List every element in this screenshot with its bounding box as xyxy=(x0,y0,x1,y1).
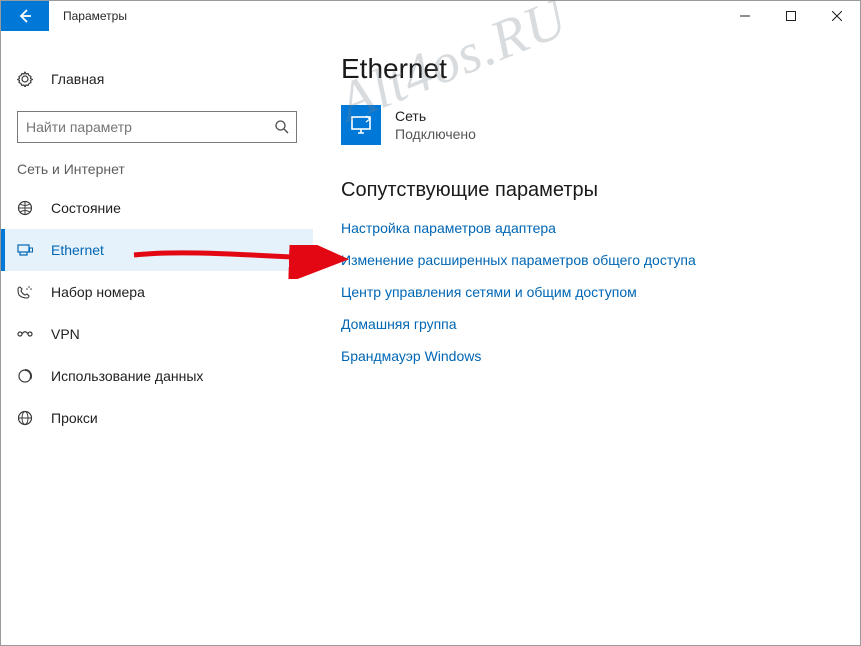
minimize-button[interactable] xyxy=(722,1,768,31)
close-button[interactable] xyxy=(814,1,860,31)
maximize-button[interactable] xyxy=(768,1,814,31)
network-entry[interactable]: Сеть Подключено xyxy=(341,105,840,145)
sidebar-item-proxy[interactable]: Прокси xyxy=(1,397,313,439)
link-homegroup[interactable]: Домашняя группа xyxy=(341,316,840,332)
link-advanced-sharing[interactable]: Изменение расширенных параметров общего … xyxy=(341,252,840,268)
globe-icon xyxy=(17,200,51,216)
sidebar-item-label: VPN xyxy=(51,326,80,342)
gear-icon xyxy=(17,71,51,87)
sidebar-item-dialup[interactable]: Набор номера xyxy=(1,271,313,313)
titlebar: Параметры xyxy=(1,1,860,31)
ethernet-icon xyxy=(17,242,51,258)
minimize-icon xyxy=(740,11,750,21)
close-icon xyxy=(832,11,842,21)
sidebar-item-label: Прокси xyxy=(51,410,98,426)
sidebar-item-status[interactable]: Состояние xyxy=(1,187,313,229)
sidebar: Главная Сеть и Интернет Состояние Et xyxy=(1,31,313,645)
link-adapter-settings[interactable]: Настройка параметров адаптера xyxy=(341,220,840,236)
related-heading: Сопутствующие параметры xyxy=(341,179,840,202)
sidebar-item-label: Ethernet xyxy=(51,242,104,258)
vpn-icon xyxy=(17,326,51,342)
settings-window: Параметры Главная Сеть и Интерне xyxy=(0,0,861,646)
main-content: Ethernet Сеть Подключено Сопутствующие п… xyxy=(313,31,860,645)
window-title: Параметры xyxy=(49,1,127,31)
sidebar-item-label: Набор номера xyxy=(51,284,145,300)
arrow-left-icon xyxy=(17,8,33,24)
sidebar-item-label: Состояние xyxy=(51,200,121,216)
monitor-icon xyxy=(341,105,381,145)
sidebar-item-datausage[interactable]: Использование данных xyxy=(1,355,313,397)
search-icon xyxy=(268,119,296,135)
network-name: Сеть xyxy=(395,107,476,125)
search-input[interactable] xyxy=(18,119,268,135)
sidebar-item-label: Использование данных xyxy=(51,368,203,384)
sidebar-home[interactable]: Главная xyxy=(1,61,313,97)
link-network-center[interactable]: Центр управления сетями и общим доступом xyxy=(341,284,840,300)
sidebar-category: Сеть и Интернет xyxy=(1,161,313,187)
window-controls xyxy=(722,1,860,31)
page-title: Ethernet xyxy=(341,53,840,85)
phone-icon xyxy=(17,284,51,300)
back-button[interactable] xyxy=(1,1,49,31)
sidebar-item-vpn[interactable]: VPN xyxy=(1,313,313,355)
network-status: Подключено xyxy=(395,125,476,143)
window-body: Главная Сеть и Интернет Состояние Et xyxy=(1,31,860,645)
sidebar-item-ethernet[interactable]: Ethernet xyxy=(1,229,313,271)
link-firewall[interactable]: Брандмауэр Windows xyxy=(341,348,840,364)
proxy-icon xyxy=(17,410,51,426)
maximize-icon xyxy=(786,11,796,21)
search-box[interactable] xyxy=(17,111,297,143)
sidebar-home-label: Главная xyxy=(51,71,104,87)
data-usage-icon xyxy=(17,368,51,384)
